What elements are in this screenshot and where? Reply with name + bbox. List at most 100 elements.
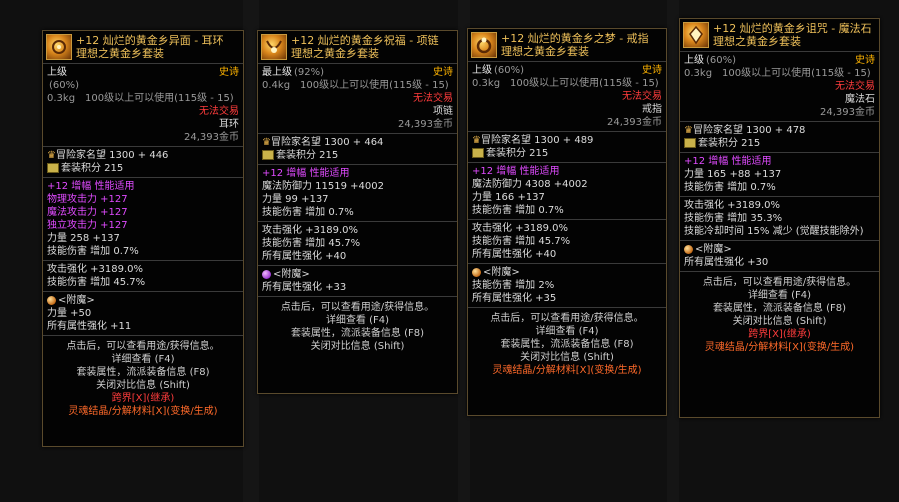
- level-requirement: 100级以上可以使用(115级 - 15): [722, 68, 871, 79]
- enchant-stat: 所有属性强化 +11: [47, 321, 132, 332]
- set-points: 套装积分 215: [486, 148, 549, 159]
- magic-stone-item-icon[interactable]: [683, 22, 709, 48]
- enchant-label: <附魔>: [273, 269, 310, 280]
- enchant-orb-icon: [262, 270, 271, 279]
- extra-stat: 所有属性强化 +40: [472, 249, 557, 260]
- adventurer-fame: 冒险家名望 1300 + 478: [692, 125, 806, 136]
- enchant-orb-icon: [684, 245, 693, 254]
- footer-hint: 跨界[X](继承): [111, 393, 175, 404]
- trade-status: 无法交易: [413, 93, 453, 104]
- tooltip-footer: 点击后，可以查看用途/获得信息。 详细查看 (F4) 套装属性，流派装备信息 (…: [43, 337, 243, 420]
- item-price: 24,393金币: [398, 119, 453, 130]
- amplify-info: +12 增幅 性能适用: [262, 168, 350, 179]
- stat-line: 技能伤害 增加 0.7%: [684, 182, 776, 193]
- amplify-info: +12 增幅 性能适用: [47, 181, 135, 192]
- extra-stat: 技能伤害 增加 35.3%: [684, 213, 783, 224]
- item-price: 24,393金币: [820, 107, 875, 118]
- stat-line: 技能伤害 增加 0.7%: [262, 207, 354, 218]
- tooltip-earring[interactable]: +12 灿烂的黄金乡异面 - 耳环 理想之黄金乡套装 上级 史诗 (60%) 0.…: [42, 30, 244, 447]
- item-name: +12 灿烂的黄金乡祝福 - 项链: [291, 34, 439, 47]
- item-grade: 上级: [684, 55, 704, 66]
- item-grade: 上级: [472, 65, 492, 76]
- item-name: +12 灿烂的黄金乡之梦 - 戒指: [501, 32, 649, 45]
- extra-stat: 所有属性强化 +40: [262, 251, 347, 262]
- footer-hint: 关闭对比信息 (Shift): [732, 316, 827, 327]
- grade-percent: (60%): [494, 65, 525, 76]
- enchant-stat: 技能伤害 增加 2%: [472, 280, 555, 291]
- item-rarity: 史诗: [219, 67, 239, 78]
- earring-item-icon[interactable]: [46, 34, 72, 60]
- enchant-orb-icon: [47, 296, 56, 305]
- tooltip-magic-stone[interactable]: +12 灿烂的黄金乡诅咒 - 魔法石 理想之黄金乡套装 上级 (60%) 史诗 0.…: [679, 18, 880, 418]
- trade-status: 无法交易: [199, 106, 239, 117]
- footer-hint: 灵魂结晶/分解材料[X](变换/生成): [704, 342, 855, 353]
- extra-stat: 技能伤害 增加 45.7%: [47, 277, 146, 288]
- stat-line: 力量 165 +88 +137: [684, 169, 782, 180]
- extra-stat: 技能伤害 增加 45.7%: [262, 238, 361, 249]
- adventurer-fame: 冒险家名望 1300 + 489: [480, 135, 594, 146]
- grade-percent: (60%): [706, 55, 737, 66]
- set-points: 套装积分 215: [276, 150, 339, 161]
- amplify-info: +12 增幅 性能适用: [684, 156, 772, 167]
- footer-hint: 套装属性，流派装备信息 (F8): [290, 328, 425, 339]
- enchant-orb-icon: [472, 268, 481, 277]
- item-type: 魔法石: [845, 94, 875, 105]
- enchant-stat: 所有属性强化 +35: [472, 293, 557, 304]
- stat-line: 技能伤害 增加 0.7%: [472, 205, 564, 216]
- footer-hint: 详细查看 (F4): [535, 326, 599, 337]
- extra-stat: 攻击强化 +3189.0%: [262, 225, 359, 236]
- footer-hint: 套装属性，流派装备信息 (F8): [76, 367, 210, 378]
- footer-hint: 跨界[X](继承): [748, 329, 811, 340]
- footer-hint: 点击后，可以查看用途/获得信息。: [702, 277, 857, 288]
- item-price: 24,393金币: [184, 132, 239, 143]
- footer-hint: 关闭对比信息 (Shift): [96, 380, 190, 391]
- set-points-icon: [684, 138, 696, 148]
- set-points-icon: [47, 163, 59, 173]
- tooltip-ring[interactable]: +12 灿烂的黄金乡之梦 - 戒指 理想之黄金乡套装 上级 (60%) 史诗 0.3…: [467, 28, 667, 416]
- extra-stat: 技能伤害 增加 45.7%: [472, 236, 571, 247]
- item-basic-info: 上级 史诗 (60%) 0.3kg 100级以上可以使用(115级 - 15) 无法…: [43, 65, 243, 145]
- item-name: +12 灿烂的黄金乡诅咒 - 魔法石: [713, 22, 872, 35]
- item-type: 项链: [433, 106, 453, 117]
- medal-icon: ♛: [472, 135, 481, 146]
- enchant-stat: 力量 +50: [47, 308, 92, 319]
- necklace-item-icon[interactable]: [261, 34, 287, 60]
- footer-hint: 点击后，可以查看用途/获得信息。: [280, 302, 435, 313]
- item-grade: 最上级: [262, 67, 292, 78]
- set-name: 理想之黄金乡套装: [76, 47, 164, 60]
- extra-stat: 攻击强化 +3189.0%: [47, 264, 144, 275]
- ring-item-icon[interactable]: [471, 32, 497, 58]
- item-rarity: 史诗: [855, 55, 875, 66]
- item-weight: 0.3kg: [47, 93, 76, 104]
- footer-hint: 灵魂结晶/分解材料[X](变换/生成): [68, 406, 218, 417]
- item-rarity: 史诗: [642, 65, 662, 76]
- item-rarity: 史诗: [433, 67, 453, 78]
- set-name: 理想之黄金乡套装: [713, 35, 801, 48]
- item-weight: 0.3kg: [684, 68, 713, 79]
- medal-icon: ♛: [262, 137, 271, 148]
- footer-hint: 详细查看 (F4): [111, 354, 175, 365]
- level-requirement: 100级以上可以使用(115级 - 15): [300, 80, 449, 91]
- enchant-label: <附魔>: [58, 295, 95, 306]
- stat-line: 物理攻击力 +127: [47, 194, 128, 205]
- stat-line: 独立攻击力 +127: [47, 220, 128, 231]
- medal-icon: ♛: [684, 125, 693, 136]
- item-type: 耳环: [219, 119, 239, 130]
- extra-stat: 技能冷却时间 15% 减少 (觉醒技能除外): [684, 226, 864, 237]
- grade-percent: (92%): [294, 67, 325, 78]
- stat-line: 魔法防御力 4308 +4002: [472, 179, 588, 190]
- tooltip-necklace[interactable]: +12 灿烂的黄金乡祝福 - 项链 理想之黄金乡套装 最上级 (92%) 史诗 0.…: [257, 30, 458, 394]
- item-grade: 上级: [47, 67, 67, 78]
- tooltip-header: +12 灿烂的黄金乡异面 - 耳环 理想之黄金乡套装: [43, 31, 243, 62]
- stat-line: 力量 258 +137: [47, 233, 120, 244]
- amplify-info: +12 增幅 性能适用: [472, 166, 560, 177]
- footer-hint: 套装属性，流派装备信息 (F8): [500, 339, 634, 350]
- footer-hint: 详细查看 (F4): [747, 290, 812, 301]
- adventurer-fame: 冒险家名望 1300 + 464: [270, 137, 384, 148]
- set-points: 套装积分 215: [698, 138, 761, 149]
- stat-line: 力量 166 +137: [472, 192, 545, 203]
- enchant-label: <附魔>: [695, 244, 732, 255]
- adventurer-fame: 冒险家名望 1300 + 446: [55, 150, 169, 161]
- grade-percent: (60%): [49, 80, 80, 91]
- extra-stat: 攻击强化 +3189.0%: [684, 200, 781, 211]
